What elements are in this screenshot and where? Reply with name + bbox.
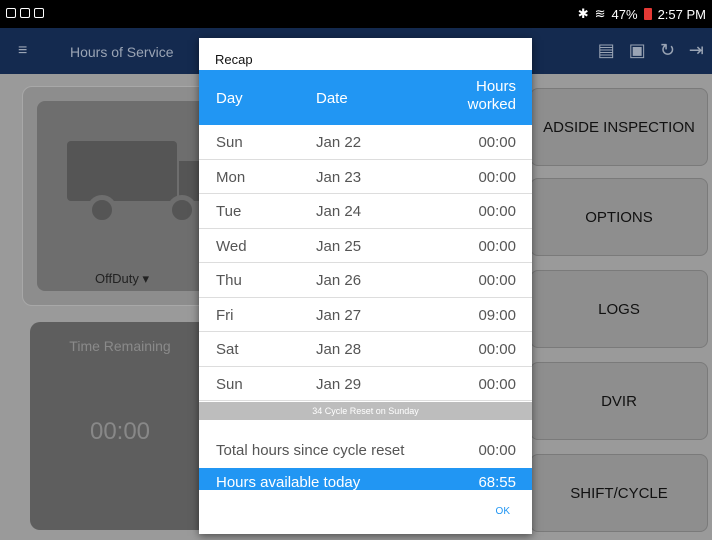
row-date: Jan 27 [316, 306, 362, 324]
time-remaining-label: Time Remaining [69, 338, 171, 354]
notification-icon [6, 8, 16, 18]
row-hours: 09:00 [478, 306, 516, 324]
row-date: Jan 29 [316, 375, 362, 393]
wifi-icon: ≋ [594, 6, 606, 21]
table-row: Tue Jan 24 00:00 [199, 194, 532, 229]
header-hours-line2: worked [467, 96, 516, 113]
hours-available-label: Hours available today [216, 474, 361, 490]
table-row: Wed Jan 25 00:00 [199, 229, 532, 263]
row-date: Jan 28 [316, 341, 362, 358]
dvir-button[interactable]: DVIR [530, 362, 708, 440]
logout-icon[interactable]: ⇥ [689, 40, 704, 61]
ok-button[interactable]: OK [496, 506, 510, 517]
recap-dialog: Recap Day Date Hours worked Sun Jan 22 00:… [199, 38, 532, 534]
duty-status-dropdown[interactable]: OffDuty ▾ [37, 271, 207, 287]
status-bar: ✱ ≋ 47% 2:57 PM [0, 0, 712, 28]
time-remaining-card: Time Remaining 00:00 [30, 322, 210, 530]
message-icon[interactable]: ▤ [598, 40, 615, 61]
truck-icon [67, 141, 177, 201]
notification-icons [6, 8, 44, 18]
row-hours: 00:00 [478, 168, 516, 186]
header-date: Date [316, 90, 348, 107]
menu-icon[interactable]: ≡ [18, 42, 27, 60]
row-day: Thu [216, 272, 242, 289]
table-row: Sat Jan 28 00:00 [199, 332, 532, 367]
duty-status-value: OffDuty [95, 271, 139, 286]
header-hours-line1: Hours [475, 78, 516, 95]
dialog-title: Recap [215, 52, 253, 67]
battery-icon [643, 8, 652, 20]
row-day: Sun [216, 375, 243, 393]
notification-icon [20, 8, 30, 18]
row-day: Wed [216, 237, 247, 255]
time-remaining-value: 00:00 [89, 418, 151, 445]
table-header: Day Date Hours worked [199, 70, 532, 125]
wheel-icon [167, 195, 197, 225]
row-date: Jan 22 [316, 134, 362, 151]
row-hours: 00:00 [478, 134, 516, 151]
page-title: Hours of Service [70, 44, 174, 60]
options-button[interactable]: OPTIONS [530, 178, 708, 256]
table-row: Thu Jan 26 00:00 [199, 263, 532, 298]
row-day: Mon [216, 168, 246, 186]
table-row: Sun Jan 22 00:00 [199, 125, 532, 160]
total-hours-row: Total hours since cycle reset 00:00 [199, 442, 532, 468]
refresh-icon[interactable]: ↻ [660, 40, 675, 61]
hours-available-row: Hours available today 68:55 [199, 468, 532, 490]
total-hours-value: 00:00 [478, 442, 516, 459]
document-icon[interactable]: ▣ [629, 40, 646, 61]
row-day: Sat [216, 341, 239, 358]
row-hours: 00:00 [478, 375, 516, 393]
dropdown-arrow-icon: ▾ [142, 271, 149, 286]
truck-card: OffDuty ▾ [22, 86, 222, 306]
row-day: Tue [216, 203, 242, 220]
clock: 2:57 PM [657, 6, 706, 22]
wheel-icon [87, 195, 117, 225]
row-date: Jan 23 [316, 168, 362, 186]
header-hours: Hours worked [468, 78, 516, 114]
row-date: Jan 25 [316, 237, 362, 255]
row-date: Jan 26 [316, 272, 362, 289]
row-hours: 00:00 [478, 341, 516, 358]
row-date: Jan 24 [316, 203, 362, 220]
row-hours: 00:00 [478, 237, 516, 255]
logs-button[interactable]: LOGS [530, 270, 708, 348]
recap-table: Sun Jan 22 00:00 Mon Jan 23 00:00 Tue Jan 24 0… [199, 125, 532, 401]
row-day: Sun [216, 134, 243, 151]
bluetooth-icon: ✱ [577, 6, 589, 21]
cycle-reset-note: 34 Cycle Reset on Sunday [199, 402, 532, 420]
notification-icon [34, 8, 44, 18]
table-row: Fri Jan 27 09:00 [199, 298, 532, 332]
row-hours: 00:00 [478, 203, 516, 220]
hours-available-value: 68:55 [478, 474, 516, 490]
battery-percent: 47% [611, 6, 638, 22]
table-row: Mon Jan 23 00:00 [199, 160, 532, 194]
shift-cycle-button[interactable]: SHIFT/CYCLE [530, 454, 708, 532]
header-day: Day [216, 90, 243, 107]
roadside-inspection-button[interactable]: ADSIDE INSPECTION [530, 88, 708, 166]
row-hours: 00:00 [478, 272, 516, 289]
table-row: Sun Jan 29 00:00 [199, 367, 532, 401]
total-hours-label: Total hours since cycle reset [216, 442, 405, 459]
row-day: Fri [216, 306, 234, 324]
